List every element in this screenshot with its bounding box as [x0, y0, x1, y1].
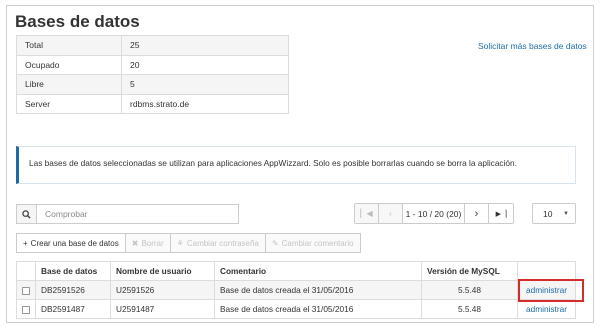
row-checkbox[interactable] — [22, 305, 30, 314]
prev-page-button[interactable]: ‹ — [379, 204, 403, 223]
page-info: 1 - 10 / 20 (20) — [403, 204, 465, 223]
column-header-username: Nombre de usuario — [110, 261, 215, 281]
search-box — [16, 204, 239, 224]
info-text: Las bases de datos seleccionadas se util… — [29, 158, 517, 168]
trash-icon: ✖ — [131, 238, 139, 248]
column-header-comment: Comentario — [214, 261, 422, 281]
stats-value: rdbms.strato.de — [121, 93, 289, 114]
cell-mysql-version: 5.5.48 — [421, 280, 518, 300]
column-header-actions — [517, 261, 576, 281]
cell-comment: Base de datos creada el 31/05/2016 — [214, 299, 422, 319]
cell-database: DB2591487 — [35, 299, 111, 319]
cell-mysql-version: 5.5.48 — [421, 299, 518, 319]
row-checkbox-cell — [16, 280, 36, 300]
create-database-button[interactable]: + Crear una base de datos — [16, 233, 126, 253]
per-page-select[interactable]: 10 ▼ — [532, 203, 576, 224]
per-page-value: 10 — [543, 208, 553, 219]
info-box: Las bases de datos seleccionadas se util… — [16, 146, 576, 184]
stats-row: Server rdbms.strato.de — [16, 93, 289, 114]
table-row: DB2591526 U2591526 Base de datos creada … — [16, 280, 576, 300]
stats-label: Total — [16, 35, 122, 56]
stats-value: 5 — [121, 74, 289, 95]
plus-icon: + — [23, 238, 28, 248]
databases-table: Base de datos Nombre de usuario Comentar… — [16, 261, 576, 319]
table-header-row: Base de datos Nombre de usuario Comentar… — [16, 261, 576, 281]
stats-row: Ocupado 20 — [16, 54, 289, 75]
delete-label: Borrar — [141, 238, 164, 248]
change-comment-button[interactable]: ✎ Cambiar comentario — [264, 233, 361, 253]
administrar-link[interactable]: administrar — [517, 280, 576, 300]
administrar-link[interactable]: administrar — [517, 299, 576, 319]
search-input[interactable] — [37, 205, 238, 223]
stats-value: 20 — [121, 54, 289, 75]
stats-label: Libre — [16, 74, 122, 95]
stats-row: Total 25 — [16, 35, 289, 56]
stats-label: Server — [16, 93, 122, 114]
table-row: DB2591487 U2591487 Base de datos creada … — [16, 299, 576, 319]
toolbar: + Crear una base de datos ✖ Borrar ⚘ Cam… — [16, 233, 361, 253]
key-icon: ⚘ — [176, 238, 184, 248]
request-more-databases-link[interactable]: Solicitar más bases de datos — [478, 41, 587, 51]
comment-icon: ✎ — [271, 238, 279, 248]
cell-comment: Base de datos creada el 31/05/2016 — [214, 280, 422, 300]
cell-username: U2591526 — [110, 280, 215, 300]
stats-row: Libre 5 — [16, 74, 289, 95]
last-page-icon: ▶▕ — [495, 210, 507, 218]
last-page-button[interactable]: ▶▕ — [489, 204, 513, 223]
column-header-database: Base de datos — [35, 261, 111, 281]
stats-table: Total 25 Ocupado 20 Libre 5 Server rdbms… — [16, 35, 289, 114]
stats-value: 25 — [121, 35, 289, 56]
pagination: ▏◀ ‹ 1 - 10 / 20 (20) › ▶▕ — [354, 203, 514, 224]
column-header-mysql-version: Versión de MySQL — [421, 261, 518, 281]
search-icon[interactable] — [17, 205, 37, 223]
row-checkbox-cell — [16, 299, 36, 319]
change-comment-label: Cambiar comentario — [281, 238, 354, 248]
row-checkbox[interactable] — [22, 286, 30, 295]
cell-database: DB2591526 — [35, 280, 111, 300]
page-title: Bases de datos — [15, 12, 140, 31]
stats-label: Ocupado — [16, 54, 122, 75]
change-password-button[interactable]: ⚘ Cambiar contraseña — [169, 233, 266, 253]
change-password-label: Cambiar contraseña — [186, 238, 259, 248]
cell-username: U2591487 — [110, 299, 215, 319]
chevron-left-icon: ‹ — [389, 209, 392, 218]
next-page-button[interactable]: › — [465, 204, 489, 223]
first-page-button[interactable]: ▏◀ — [355, 204, 379, 223]
first-page-icon: ▏◀ — [360, 209, 373, 218]
caret-down-icon: ▼ — [563, 211, 569, 217]
delete-button[interactable]: ✖ Borrar — [124, 233, 171, 253]
chevron-right-icon: › — [474, 207, 479, 220]
select-column-header — [16, 261, 36, 281]
create-database-label: Crear una base de datos — [30, 238, 119, 248]
